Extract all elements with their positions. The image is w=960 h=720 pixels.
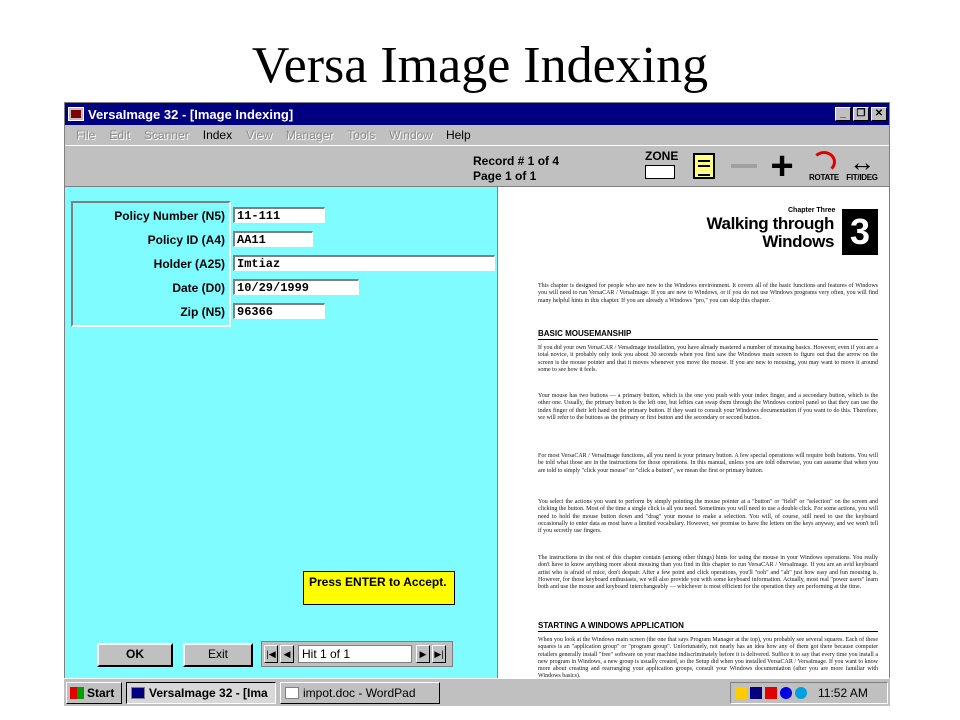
task-wordpad[interactable]: impot.doc - WordPad bbox=[280, 681, 440, 704]
policy-id-field[interactable] bbox=[233, 231, 313, 247]
first-record-icon[interactable]: |◀ bbox=[264, 645, 278, 663]
network-icon[interactable] bbox=[780, 687, 792, 699]
doc-paragraph-2: Your mouse has two buttons — a primary b… bbox=[538, 393, 878, 421]
chapter-label: Chapter Three bbox=[788, 207, 836, 214]
document-image-pane[interactable]: Chapter Three Walking through Windows 3 … bbox=[497, 187, 889, 683]
accept-prompt: Press ENTER to Accept. bbox=[303, 571, 455, 605]
zoom-in-button[interactable]: + bbox=[765, 144, 799, 188]
doc-paragraph-4: You select the actions you want to perfo… bbox=[538, 499, 878, 535]
previous-record-icon[interactable]: ◀ bbox=[280, 645, 294, 663]
zip-field[interactable] bbox=[233, 303, 325, 319]
doc-paragraph-6: When you look at the Windows main screen… bbox=[538, 637, 878, 680]
restore-button[interactable]: ❐ bbox=[853, 107, 869, 121]
menu-file[interactable]: File bbox=[69, 128, 102, 142]
notes-icon bbox=[693, 153, 715, 179]
close-button[interactable]: ✕ bbox=[871, 107, 887, 121]
next-record-icon[interactable]: ▶ bbox=[416, 645, 430, 663]
toolbar: Record # 1 of 4 Page 1 of 1 ZONE + ROTAT… bbox=[65, 145, 889, 187]
task-versaimage-label: VersaImage 32 - [Ima bbox=[149, 685, 268, 700]
menu-scanner[interactable]: Scanner bbox=[137, 128, 196, 142]
start-label: Start bbox=[87, 685, 115, 700]
slide-title: Versa Image Indexing bbox=[251, 37, 709, 94]
scheduler-icon[interactable] bbox=[765, 687, 777, 699]
holder-field[interactable] bbox=[233, 255, 495, 271]
doc-paragraph-5: The instructions in the rest of this cha… bbox=[538, 555, 878, 591]
minimize-button[interactable]: _ bbox=[835, 107, 851, 121]
page-counter: Page 1 of 1 bbox=[473, 169, 537, 183]
monitor-icon[interactable] bbox=[750, 687, 762, 699]
chapter-number: 3 bbox=[842, 209, 878, 255]
menu-edit[interactable]: Edit bbox=[102, 128, 137, 142]
menu-bar: File Edit Scanner Index View Manager Too… bbox=[65, 125, 889, 145]
doc-heading-mousemanship: BASIC MOUSEMANSHIP bbox=[538, 329, 878, 340]
doc-intro: This chapter is designed for people who … bbox=[538, 283, 878, 304]
holder-label: Holder (A25) bbox=[153, 257, 225, 271]
zone-label: ZONE bbox=[645, 149, 679, 163]
chapter-title: Walking through Windows bbox=[690, 214, 835, 251]
hit-status: Hit 1 of 1 bbox=[298, 645, 412, 663]
title-bar[interactable]: VersaImage 32 - [Image Indexing] _ ❐ ✕ bbox=[65, 103, 889, 125]
app-icon[interactable] bbox=[68, 107, 84, 121]
speaker-icon[interactable] bbox=[735, 687, 747, 699]
internet-icon[interactable] bbox=[795, 687, 807, 699]
fit-label: FIT/IDEG bbox=[846, 172, 878, 182]
index-form-pane: Policy Number (N5) Policy ID (A4) Holder… bbox=[65, 187, 497, 683]
double-arrow-icon: ↔ bbox=[849, 146, 875, 177]
task-versaimage[interactable]: VersaImage 32 - [Ima bbox=[126, 681, 276, 704]
chapter-title-line1: Walking through bbox=[706, 214, 835, 233]
task-wordpad-label: impot.doc - WordPad bbox=[303, 685, 416, 700]
date-field[interactable] bbox=[233, 279, 359, 295]
menu-manager[interactable]: Manager bbox=[279, 128, 340, 142]
app-window: VersaImage 32 - [Image Indexing] _ ❐ ✕ F… bbox=[64, 102, 890, 706]
date-label: Date (D0) bbox=[172, 281, 225, 295]
menu-window[interactable]: Window bbox=[382, 128, 439, 142]
menu-help[interactable]: Help bbox=[439, 128, 478, 142]
doc-paragraph-3: For most VersaCAR / VersaImage functions… bbox=[538, 453, 878, 474]
system-tray: 11:52 AM bbox=[730, 682, 888, 704]
zone-box bbox=[645, 165, 675, 179]
policy-number-field[interactable] bbox=[233, 207, 325, 223]
wordpad-task-icon bbox=[285, 686, 299, 699]
exit-button[interactable]: Exit bbox=[183, 643, 253, 667]
rotate-label: ROTATE bbox=[809, 172, 839, 182]
start-button[interactable]: Start bbox=[66, 681, 122, 704]
policy-id-label: Policy ID (A4) bbox=[147, 233, 225, 247]
chapter-title-line2: Windows bbox=[762, 232, 834, 251]
record-info: Record # 1 of 4 Page 1 of 1 bbox=[473, 154, 559, 184]
record-counter: Record # 1 of 4 bbox=[473, 154, 560, 168]
menu-index[interactable]: Index bbox=[196, 128, 239, 142]
versaimage-task-icon bbox=[131, 686, 145, 699]
policy-number-label: Policy Number (N5) bbox=[114, 209, 225, 223]
zip-label: Zip (N5) bbox=[180, 305, 225, 319]
window-title: VersaImage 32 - [Image Indexing] bbox=[88, 106, 294, 122]
record-navigator: |◀ ◀ Hit 1 of 1 ▶ ▶| bbox=[261, 641, 453, 667]
windows-flag-icon bbox=[70, 686, 84, 699]
rotate-button[interactable]: ROTATE bbox=[807, 148, 841, 184]
zone-tool[interactable]: ZONE bbox=[645, 149, 681, 183]
menu-view[interactable]: View bbox=[239, 128, 279, 142]
doc-paragraph-1: If you did your own VersaCAR / VersaImag… bbox=[538, 345, 878, 373]
last-record-icon[interactable]: ▶| bbox=[432, 645, 446, 663]
zoom-out-button[interactable] bbox=[727, 148, 761, 184]
fit-width-button[interactable]: ↔ FIT/IDEG bbox=[845, 148, 879, 184]
notes-button[interactable] bbox=[687, 148, 721, 184]
menu-tools[interactable]: Tools bbox=[340, 128, 382, 142]
minus-icon bbox=[731, 164, 757, 168]
ok-button[interactable]: OK bbox=[97, 643, 173, 667]
clock: 11:52 AM bbox=[818, 686, 868, 700]
plus-icon: + bbox=[770, 144, 794, 188]
rotate-icon bbox=[812, 150, 836, 173]
doc-heading-starting: STARTING A WINDOWS APPLICATION bbox=[538, 621, 878, 632]
taskbar: Start VersaImage 32 - [Ima impot.doc - W… bbox=[64, 678, 890, 706]
